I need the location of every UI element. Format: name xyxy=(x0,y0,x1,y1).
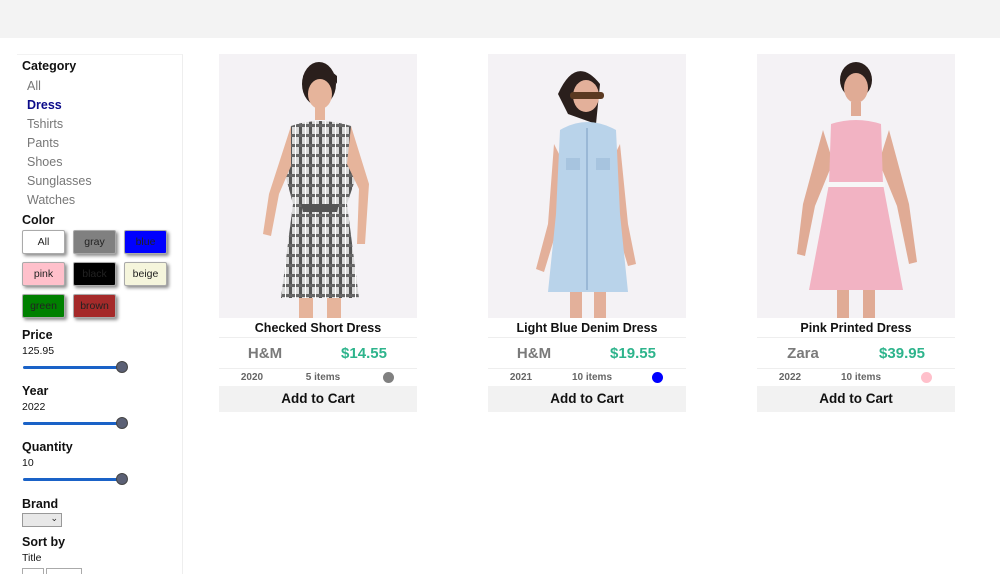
product-color-dot xyxy=(383,372,394,383)
sort-value: Title xyxy=(22,552,42,564)
product-brand-price: Zara $39.95 xyxy=(757,338,955,369)
product-brand-price: H&M $19.55 xyxy=(488,338,686,369)
product-price: $19.55 xyxy=(610,344,656,362)
product-year: 2022 xyxy=(778,372,802,383)
category-item-all[interactable]: All xyxy=(22,77,182,96)
price-slider[interactable] xyxy=(22,360,128,374)
dress-photo-icon xyxy=(488,54,686,318)
category-item-shoes[interactable]: Shoes xyxy=(22,153,182,172)
product-brand: H&M xyxy=(516,344,552,362)
quantity-title: Quantity xyxy=(22,440,73,454)
color-button-pink[interactable]: pink xyxy=(22,262,65,286)
year-slider-track xyxy=(23,422,121,425)
product-name[interactable]: Pink Printed Dress xyxy=(757,318,955,338)
product-brand-price: H&M $14.55 xyxy=(219,338,417,369)
price-slider-thumb[interactable] xyxy=(116,361,128,373)
product-color-dot xyxy=(652,372,663,383)
year-slider-thumb[interactable] xyxy=(116,417,128,429)
quantity-filter: Quantity 10 xyxy=(22,440,182,486)
product-year: 2020 xyxy=(240,372,264,383)
product-card: Pink Printed Dress Zara $39.95 2022 10 i… xyxy=(757,54,955,412)
price-value: 125.95 xyxy=(22,345,55,357)
product-year: 2021 xyxy=(509,372,533,383)
color-button-gray[interactable]: gray xyxy=(73,230,116,254)
product-brand: Zara xyxy=(787,344,819,362)
product-image[interactable] xyxy=(488,54,686,318)
quantity-slider-thumb[interactable] xyxy=(116,473,128,485)
category-item-dress[interactable]: Dress xyxy=(22,96,182,115)
quantity-slider-track xyxy=(23,478,121,481)
product-stock: 10 items xyxy=(571,372,613,383)
product-meta: 2021 10 items xyxy=(488,369,686,386)
price-slider-track xyxy=(23,366,121,369)
category-list: All Dress Tshirts Pants Shoes Sunglasses… xyxy=(22,77,182,210)
brand-title: Brand xyxy=(22,497,59,511)
chevron-down-icon: ⌄ xyxy=(50,513,58,523)
price-filter: Price 125.95 xyxy=(22,328,182,374)
product-brand: H&M xyxy=(247,344,283,362)
product-card: Checked Short Dress H&M $14.55 2020 5 it… xyxy=(219,54,417,412)
product-stock: 10 items xyxy=(840,372,882,383)
add-to-cart-button[interactable]: Add to Cart xyxy=(757,386,955,412)
category-item-tshirts[interactable]: Tshirts xyxy=(22,115,182,134)
color-title: Color xyxy=(22,213,55,227)
product-card: Light Blue Denim Dress H&M $19.55 2021 1… xyxy=(488,54,686,412)
dress-photo-icon xyxy=(219,54,417,318)
year-filter: Year 2022 xyxy=(22,384,182,430)
color-button-blue[interactable]: blue xyxy=(124,230,167,254)
category-item-watches[interactable]: Watches xyxy=(22,191,182,210)
product-meta: 2020 5 items xyxy=(219,369,417,386)
top-bar xyxy=(0,0,1000,38)
year-title: Year xyxy=(22,384,49,398)
product-color-dot xyxy=(921,372,932,383)
sort-title: Sort by xyxy=(22,535,66,549)
color-button-black[interactable]: black xyxy=(73,262,116,286)
category-item-sunglasses[interactable]: Sunglasses xyxy=(22,172,182,191)
add-to-cart-button[interactable]: Add to Cart xyxy=(488,386,686,412)
price-title: Price xyxy=(22,328,53,342)
color-button-all[interactable]: All xyxy=(22,230,65,254)
dress-photo-icon xyxy=(757,54,955,318)
product-meta: 2022 10 items xyxy=(757,369,955,386)
filter-sidebar: Category All Dress Tshirts Pants Shoes S… xyxy=(17,54,183,574)
product-price: $14.55 xyxy=(341,344,387,362)
color-button-beige[interactable]: beige xyxy=(124,262,167,286)
color-filter-grid: All gray blue pink black beige green bro… xyxy=(22,230,182,318)
quantity-value: 10 xyxy=(22,457,34,469)
add-to-cart-button[interactable]: Add to Cart xyxy=(219,386,417,412)
brand-select[interactable]: ⌄ xyxy=(22,513,62,527)
product-price: $39.95 xyxy=(879,344,925,362)
product-name[interactable]: Light Blue Denim Dress xyxy=(488,318,686,338)
color-button-brown[interactable]: brown xyxy=(73,294,116,318)
category-item-pants[interactable]: Pants xyxy=(22,134,182,153)
category-title: Category xyxy=(22,59,77,73)
product-stock: 5 items xyxy=(305,372,341,383)
product-name[interactable]: Checked Short Dress xyxy=(219,318,417,338)
quantity-slider[interactable] xyxy=(22,472,128,486)
color-button-green[interactable]: green xyxy=(22,294,65,318)
product-image[interactable] xyxy=(757,54,955,318)
product-image[interactable] xyxy=(219,54,417,318)
year-value: 2022 xyxy=(22,401,46,413)
year-slider[interactable] xyxy=(22,416,128,430)
